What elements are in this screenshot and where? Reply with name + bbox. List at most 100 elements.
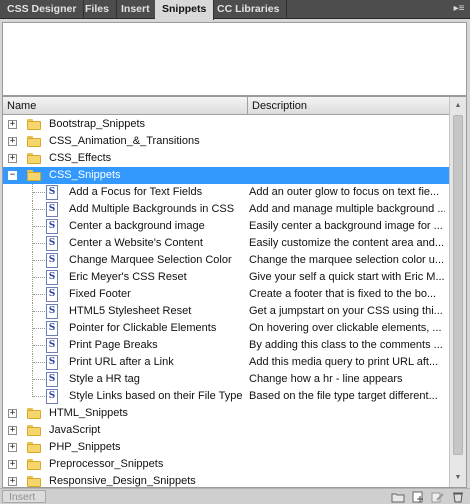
tab-files[interactable]: Files	[78, 0, 117, 19]
tree-connector	[33, 294, 45, 295]
snippet-file-icon: S	[46, 236, 58, 251]
snippet-row[interactable]: S Style Links based on their File Type Bas…	[3, 388, 449, 405]
folder-label: CSS_Animation_&_Transitions	[49, 135, 200, 147]
snippet-row[interactable]: S Style a HR tag Change how a hr - line ap…	[3, 371, 449, 388]
snippet-row[interactable]: S Print URL after a Link Add this media qu…	[3, 354, 449, 371]
snippet-row[interactable]: S Fixed Footer Create a footer that is fix…	[3, 286, 449, 303]
column-header-name[interactable]: Name	[3, 97, 248, 115]
folder-icon	[27, 442, 41, 453]
tree-connector	[33, 243, 45, 244]
folder-icon-body	[27, 410, 41, 419]
tree-connector	[33, 311, 45, 312]
folder-label: Preprocessor_Snippets	[49, 458, 164, 470]
expand-icon[interactable]: +	[8, 460, 17, 469]
folder-label: CSS_Effects	[49, 152, 112, 164]
tree-connector	[33, 396, 45, 397]
snippets-tree: + Bootstrap_Snippets + CSS_Animation_&_Tran…	[3, 116, 449, 487]
folder-icon	[27, 408, 41, 419]
scroll-up-arrow-icon[interactable]: ▲	[450, 98, 466, 114]
snippet-name: Add Multiple Backgrounds in CSS	[69, 203, 235, 215]
folder-row[interactable]: + CSS_Effects	[3, 150, 449, 167]
folder-label: CSS_Snippets	[49, 169, 121, 181]
snippet-description: Get a jumpstart on your CSS using thi...	[249, 305, 443, 317]
snippet-row[interactable]: S Center a background image Easily center …	[3, 218, 449, 235]
folder-row[interactable]: + PHP_Snippets	[3, 439, 449, 456]
snippet-name: HTML5 Stylesheet Reset	[69, 305, 192, 317]
snippet-description: Create a footer that is fixed to the bo.…	[249, 288, 437, 300]
folder-row[interactable]: + HTML_Snippets	[3, 405, 449, 422]
new-snippet-icon[interactable]	[411, 491, 425, 503]
snippet-preview-pane	[2, 22, 467, 96]
snippet-row[interactable]: S Pointer for Clickable Elements On hoveri…	[3, 320, 449, 337]
folder-icon-body	[27, 444, 41, 453]
expand-icon[interactable]: +	[8, 426, 17, 435]
snippet-description: Easily center a background image for ...	[249, 220, 443, 232]
folder-icon-body	[27, 478, 41, 487]
new-folder-icon[interactable]	[391, 491, 405, 503]
snippet-file-icon: S	[46, 202, 58, 217]
snippet-name: Print Page Breaks	[69, 339, 158, 351]
edit-snippet-icon[interactable]	[431, 491, 445, 503]
folder-icon-body	[27, 427, 41, 436]
snippet-name: Style Links based on their File Type	[69, 390, 243, 402]
snippet-file-icon: S	[46, 372, 58, 387]
panel-menu-icon[interactable]: ▸≡	[452, 3, 466, 15]
folder-icon	[27, 425, 41, 436]
snippet-file-icon: S	[46, 270, 58, 285]
expand-icon[interactable]: +	[8, 137, 17, 146]
insert-button[interactable]: Insert	[2, 490, 46, 503]
snippet-file-icon: S	[46, 219, 58, 234]
folder-row[interactable]: + Bootstrap_Snippets	[3, 116, 449, 133]
snippet-description: Add this media query to print URL aft...	[249, 356, 439, 368]
snippet-description: Easily customize the content area and...	[249, 237, 445, 249]
folder-row[interactable]: + Responsive_Design_Snippets	[3, 473, 449, 487]
tree-connector	[33, 260, 45, 261]
snippet-file-icon: S	[46, 185, 58, 200]
snippet-name: Eric Meyer's CSS Reset	[69, 271, 187, 283]
folder-icon-body	[27, 172, 41, 181]
expand-icon[interactable]: +	[8, 409, 17, 418]
scroll-down-arrow-icon[interactable]: ▼	[450, 470, 466, 486]
tree-connector	[33, 209, 45, 210]
delete-icon[interactable]	[451, 491, 465, 503]
tab-insert[interactable]: Insert	[114, 0, 158, 19]
collapse-icon[interactable]: −	[8, 171, 17, 180]
tab-cc-libraries[interactable]: CC Libraries	[210, 0, 288, 19]
folder-row[interactable]: + CSS_Animation_&_Transitions	[3, 133, 449, 150]
scrollbar-thumb[interactable]	[453, 115, 463, 455]
folder-icon	[27, 153, 41, 164]
snippet-row[interactable]: S Change Marquee Selection Color Change th…	[3, 252, 449, 269]
snippet-row[interactable]: S Print Page Breaks By adding this class t…	[3, 337, 449, 354]
expand-icon[interactable]: +	[8, 443, 17, 452]
snippet-file-icon: S	[46, 304, 58, 319]
snippet-name: Style a HR tag	[69, 373, 140, 385]
expand-icon[interactable]: +	[8, 477, 17, 486]
folder-icon-body	[27, 121, 41, 130]
folder-row[interactable]: + Preprocessor_Snippets	[3, 456, 449, 473]
snippet-file-icon: S	[46, 253, 58, 268]
snippet-file-icon: S	[46, 389, 58, 404]
expand-icon[interactable]: +	[8, 154, 17, 163]
tree-connector	[33, 379, 45, 380]
tree-connector	[33, 277, 45, 278]
snippet-row[interactable]: S Add a Focus for Text Fields Add an outer…	[3, 184, 449, 201]
snippet-file-icon: S	[46, 287, 58, 302]
tab-css-designer[interactable]: CSS Designer	[0, 0, 85, 19]
column-header-description[interactable]: Description	[248, 97, 449, 115]
expand-icon[interactable]: +	[8, 120, 17, 129]
folder-label: HTML_Snippets	[49, 407, 128, 419]
folder-row[interactable]: + JavaScript	[3, 422, 449, 439]
snippet-description: Give your self a quick start with Eric M…	[249, 271, 445, 283]
snippet-name: Print URL after a Link	[69, 356, 174, 368]
folder-label: Bootstrap_Snippets	[49, 118, 146, 130]
vertical-scrollbar[interactable]: ▲ ▼	[449, 97, 466, 487]
tab-snippets[interactable]: Snippets	[155, 0, 215, 20]
folder-icon-body	[27, 138, 41, 147]
snippet-row[interactable]: S Add Multiple Backgrounds in CSS Add and …	[3, 201, 449, 218]
snippet-row[interactable]: S Eric Meyer's CSS Reset Give your self a …	[3, 269, 449, 286]
snippet-row[interactable]: S Center a Website's Content Easily custom…	[3, 235, 449, 252]
folder-icon	[27, 459, 41, 470]
snippet-file-icon: S	[46, 321, 58, 336]
folder-row[interactable]: − CSS_Snippets	[3, 167, 449, 184]
snippet-row[interactable]: S HTML5 Stylesheet Reset Get a jumpstart o…	[3, 303, 449, 320]
